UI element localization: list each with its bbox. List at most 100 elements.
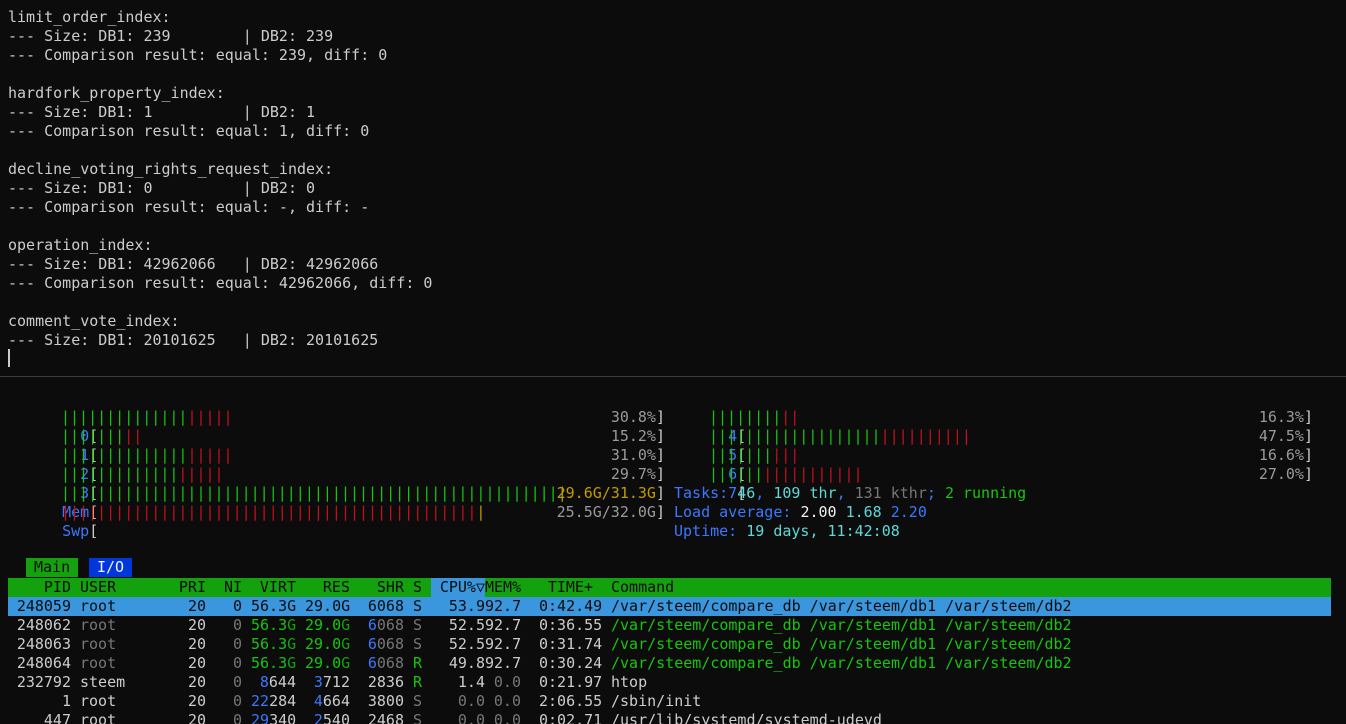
process-time: 2:06.55 [539,692,603,710]
log-line: --- Size: DB1: 0 | DB2: 0 [8,179,316,197]
process-shr: 6068 [367,635,404,653]
process-cpu: 49.8 [448,654,485,672]
process-shr: 6068 [367,654,404,672]
process-shr: 6068 [367,616,404,634]
column-command[interactable]: Command [611,578,674,597]
process-row[interactable]: 248059 root 20 0 56.3G 29.0G 6068 S 53.9 92.7 0:42… [8,597,1331,616]
cpu-meter: 4[ |||||||||| 16.3%] [709,408,1313,445]
process-ni: 0 [232,711,242,724]
process-pri: 20 [187,692,206,710]
process-virt: 56.3G [251,635,297,653]
process-pri: 20 [187,711,206,724]
process-pid: 248062 [16,616,71,634]
process-mem: 92.7 [485,635,522,653]
cpu-bar: |||||||||| [709,446,800,464]
process-command: htop [611,673,648,691]
column-virt[interactable]: VIRT [251,578,296,597]
process-virt: 56.3G [251,616,297,634]
tab-main[interactable]: Main [26,558,79,577]
process-ni: 0 [232,635,242,653]
swap-meter: Swp[ |||||||||||||||||||||||||||||||||||… [61,503,665,540]
tasks-info: Tasks: 46, 109 thr, 131 kthr; 2 running [674,484,1027,502]
cpu-bar: |||||||||||||||||| [61,465,224,483]
process-res: 29.0G [305,654,351,672]
process-ni: 0 [232,692,242,710]
process-time: 0:02.71 [539,711,603,724]
process-row[interactable]: 1 root 20 0 22284 4664 3800 S 0.0 0.0 2:06.55/sbin… [8,692,1331,711]
mem-value: 29.6G/31.3G] [556,484,665,502]
comparison-output-pane[interactable]: limit_order_index: --- Size: DB1: 239 | … [0,0,1346,376]
column-ni[interactable]: NI [215,578,242,597]
process-pid: 232792 [16,673,71,691]
process-virt: 22284 [251,692,297,710]
process-mem: 0.0 [493,711,521,724]
column-state[interactable]: S [413,578,422,597]
column-mem[interactable]: MEM% [485,578,521,597]
text-cursor [8,349,10,367]
process-s: R [413,673,423,691]
cpu-percent: 15.2%] [610,427,665,445]
process-virt: 56.3G [251,654,297,672]
process-time: 0:42.49 [539,597,603,615]
process-mem: 92.7 [485,616,522,634]
process-user: root [80,654,117,672]
process-row[interactable]: 248064 root 20 0 56.3G 29.0G 6068 R 49.8 92.7 0:30… [8,654,1331,673]
process-mem: 92.7 [485,597,522,615]
process-mem: 0.0 [493,673,521,691]
process-res: 2540 [313,711,350,724]
log-line: --- Size: DB1: 42962066 | DB2: 42962066 [8,255,379,273]
process-mem: 92.7 [485,654,522,672]
process-time: 0:36.55 [539,616,603,634]
process-pri: 20 [187,597,206,615]
cpu-percent: 29.7%] [610,465,665,483]
process-command: /sbin/init [611,692,702,710]
column-pri[interactable]: PRI [170,578,206,597]
log-line: --- Comparison result: equal: 42962066, … [8,274,433,292]
process-row[interactable]: 447 root 20 0 29340 2540 2468 S 0.0 0.0 0:02.71/us… [8,711,1331,724]
cpu-bar: ||||||||||||||||||| [61,408,233,426]
process-row[interactable]: 232792 steem 20 0 8644 3712 2836 R 1.4 0.0 0:21.97… [8,673,1331,692]
cpu-bar: ||||||||||||||||||| [61,446,233,464]
process-cpu: 0.0 [457,692,485,710]
cpu-meter: 3[ |||||||||||||||||| 29.7%] [61,465,665,502]
swap-value: 25.5G/32.0G] [556,503,665,521]
column-shr[interactable]: SHR [359,578,404,597]
process-pid: 248063 [16,635,71,653]
process-pid: 248059 [16,597,71,615]
column-pid[interactable]: PID [8,578,71,597]
process-cpu: 52.5 [448,616,485,634]
cpu-bar: |||||||||| [709,408,800,426]
process-s: S [413,616,423,634]
cpu-bar: ||||||||||||||||| [709,465,863,483]
column-res[interactable]: RES [305,578,350,597]
uptime: Uptime: 19 days, 11:42:08 [674,522,900,540]
column-user[interactable]: USER [80,578,116,597]
process-res: 29.0G [305,616,351,634]
cpu-meter: 2[ ||||||||||||||||||| 31.0%] [61,446,665,483]
load-average: Load average: 2.00 1.68 2.20 [674,503,927,521]
process-shr: 6068 [367,597,404,615]
cpu-bar: ||||||||||||||||||||||||||||| [709,427,971,445]
process-user: root [80,597,117,615]
process-s: S [413,711,423,724]
htop-pane[interactable]: 0[ ||||||||||||||||||| 30.8%] 1[ |||||||… [0,377,1346,724]
cpu-percent: 16.3%] [1258,408,1313,426]
swap-bar: ||||||||||||||||||||||||||||||||||||||||… [61,503,486,521]
process-row[interactable]: 248063 root 20 0 56.3G 29.0G 6068 S 52.5 92.7 0:31… [8,635,1331,654]
column-time[interactable]: TIME+ [539,578,593,597]
cpu-meter: 1[ ||||||||| 15.2%] [61,427,665,464]
process-row[interactable]: 248062 root 20 0 56.3G 29.0G 6068 S 52.5 92.7 0:36… [8,616,1331,635]
log-line: operation_index: [8,236,153,254]
process-virt: 8644 [259,673,296,691]
process-ni: 0 [232,616,242,634]
tab-io[interactable]: I/O [89,558,133,577]
process-command: /var/steem/compare_db /var/steem/db1 /va… [611,616,1072,634]
process-pri: 20 [187,673,206,691]
column-cpu-sorted[interactable]: CPU%▽ [431,578,485,597]
process-virt: 56.3G [251,597,297,615]
process-ni: 0 [232,597,242,615]
process-user: root [80,616,117,634]
log-line: --- Comparison result: equal: -, diff: - [8,198,370,216]
process-pid: 447 [43,711,71,724]
process-ni: 0 [232,673,242,691]
